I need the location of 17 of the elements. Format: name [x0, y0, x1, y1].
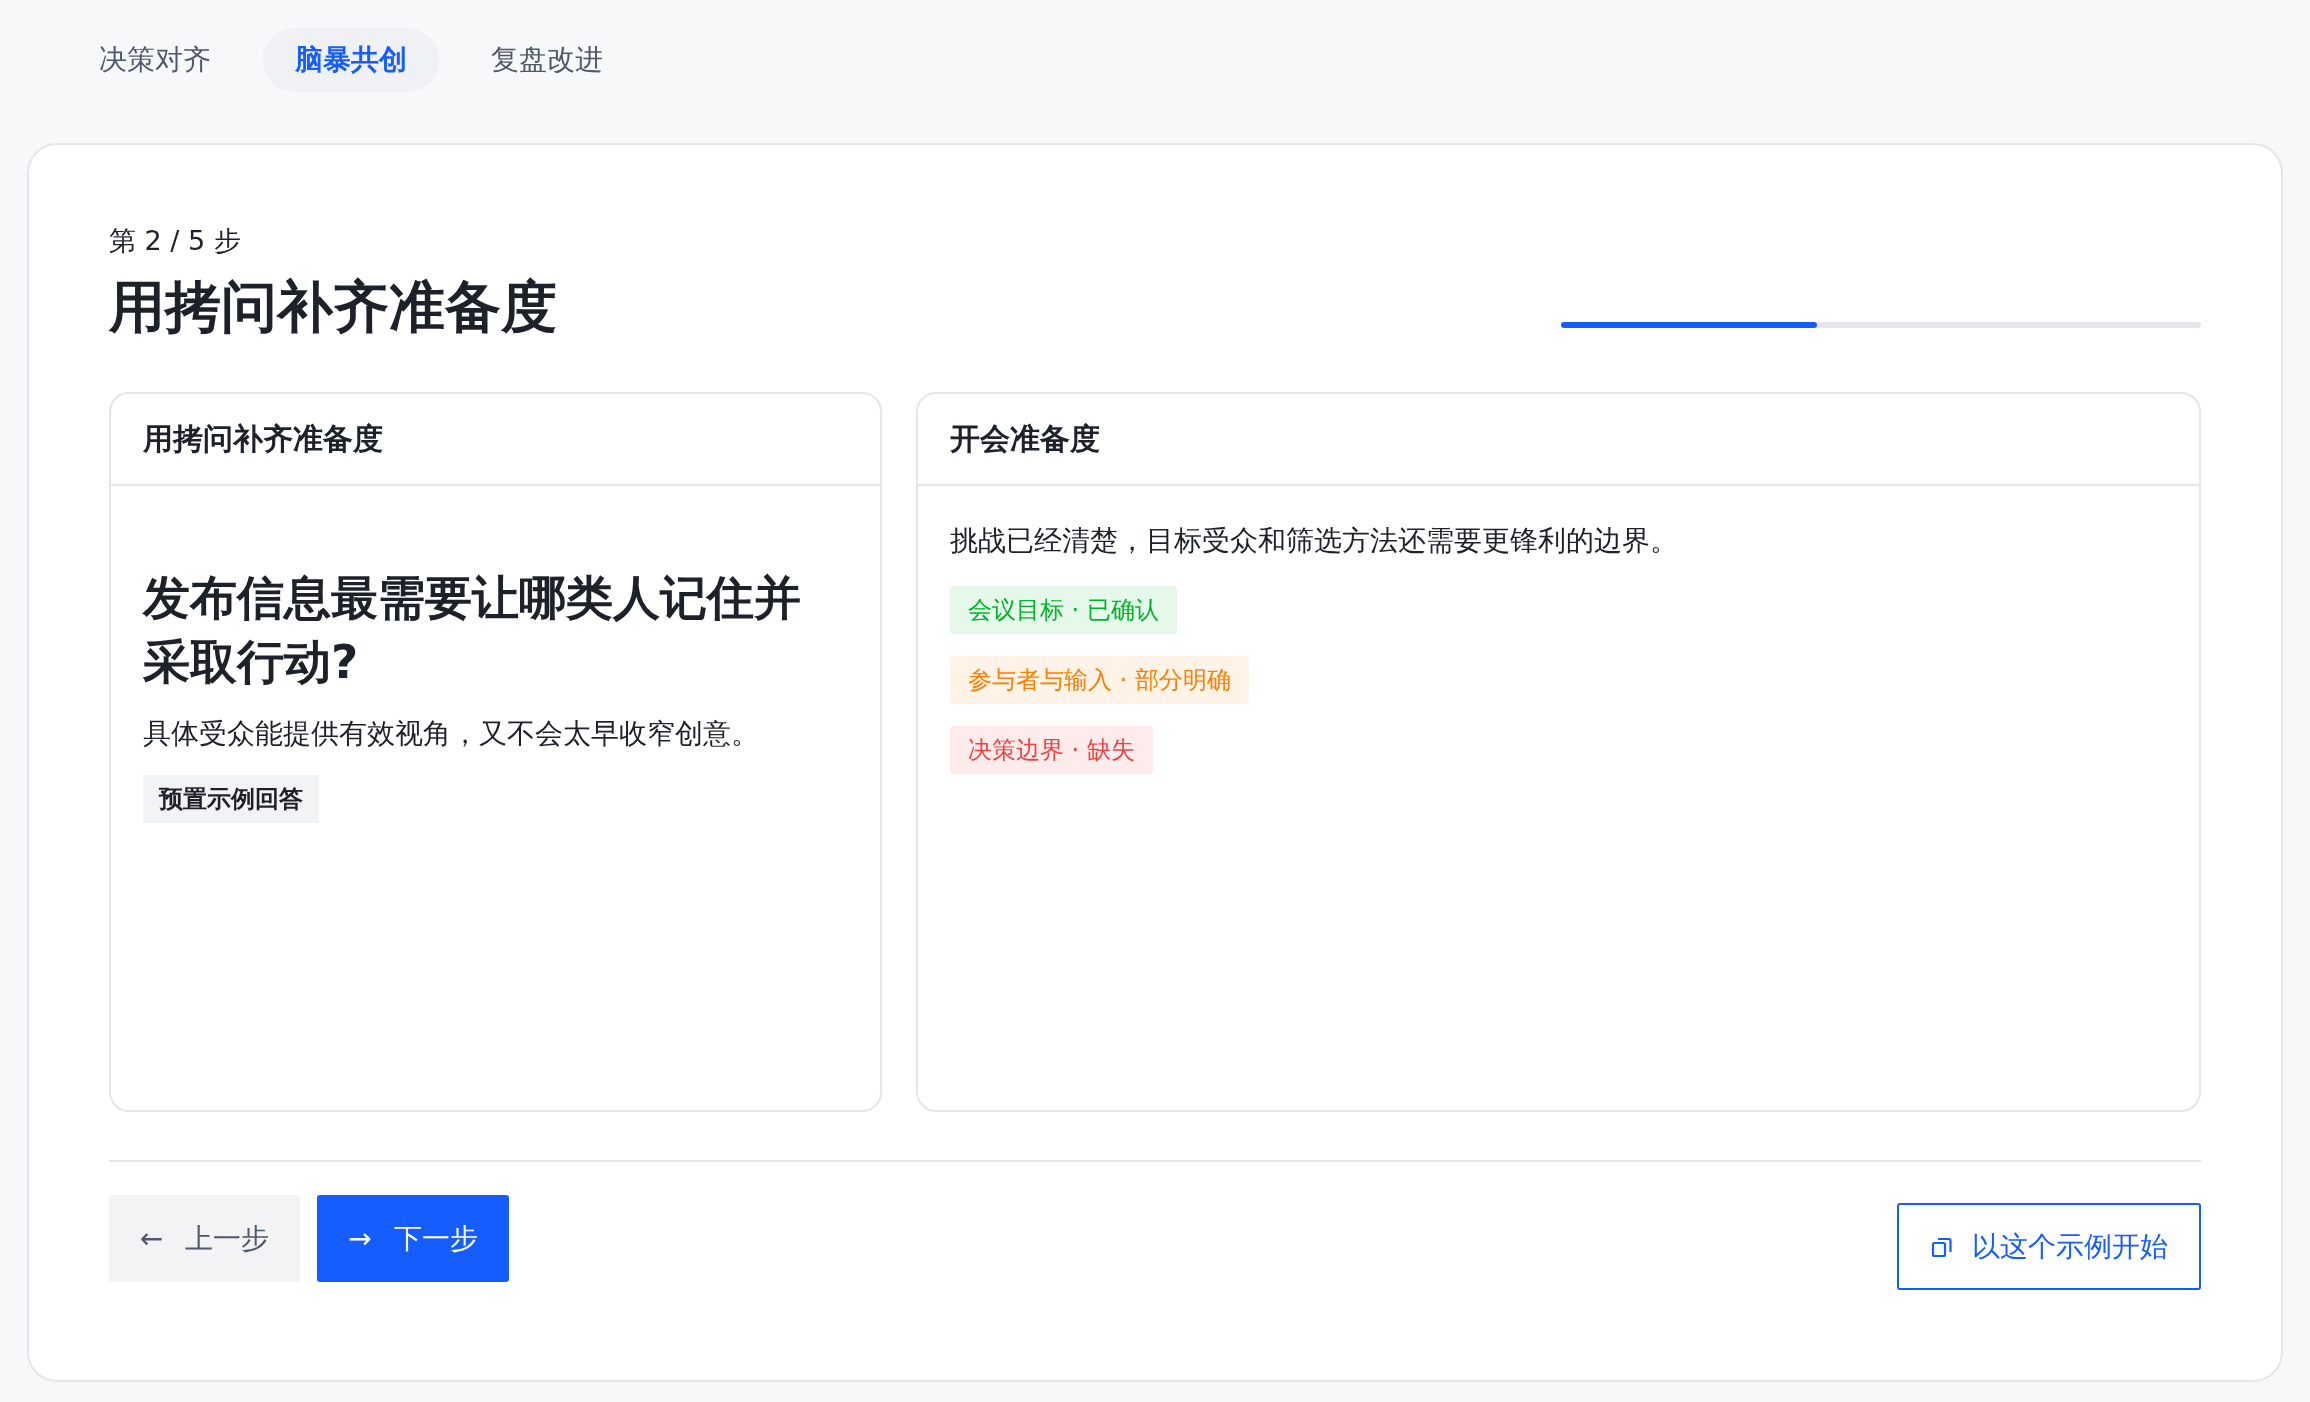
- status-tag: 决策边界 · 缺失: [949, 726, 1153, 775]
- question-description: 具体受众能提供有效视角，又不会太早收窄创意。: [143, 716, 759, 753]
- status-tag: 参与者与输入 · 部分明确: [949, 656, 1249, 705]
- next-button[interactable]: → 下一步: [317, 1195, 509, 1283]
- mode-tab[interactable]: 脑暴共创: [263, 28, 439, 92]
- mode-tab[interactable]: 决策对齐: [67, 28, 243, 92]
- question-text: 发布信息最需要让哪类人记住并采取行动?: [143, 569, 802, 691]
- preset-tag: 预置示例回答: [143, 775, 319, 824]
- panel-header: 用拷问补齐准备度: [111, 394, 880, 487]
- mode-tab[interactable]: 复盘改进: [459, 28, 635, 92]
- previous-button[interactable]: ← 上一步: [109, 1195, 300, 1283]
- start-example-button[interactable]: 以这个示例开始: [1897, 1203, 2201, 1291]
- step-title: 用拷问补齐准备度: [109, 273, 557, 341]
- status-tag: 会议目标 · 已确认: [949, 586, 1177, 635]
- readiness-summary: 挑战已经清楚，目标受众和筛选方法还需要更锋利的边界。: [949, 523, 1678, 560]
- step-counter: 第 2 / 5 步: [109, 224, 242, 258]
- panel-header: 开会准备度: [917, 394, 2199, 487]
